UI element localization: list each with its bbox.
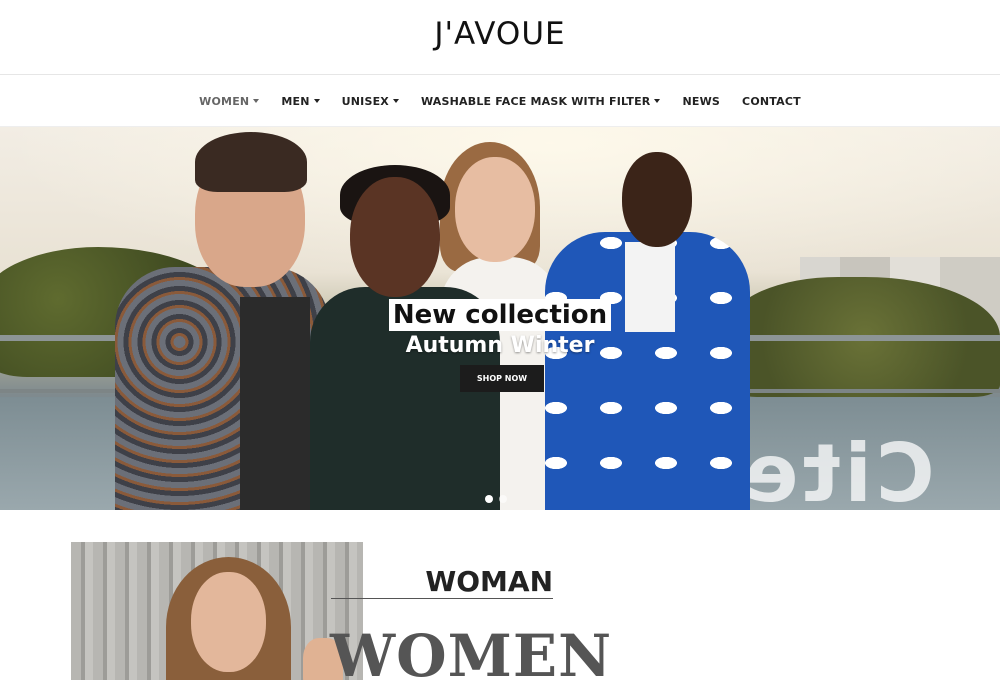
women-model-face <box>191 572 266 672</box>
hero-glass-lettering: Cite <box>740 427 935 510</box>
hero-slider[interactable]: Cite New collection Autumn Winter SHOP N… <box>0 127 1000 510</box>
model-1-hair <box>195 132 307 192</box>
nav-item-contact[interactable]: CONTACT <box>731 95 812 108</box>
chevron-down-icon <box>654 99 661 103</box>
model-4-head <box>622 152 692 247</box>
nav-item-women[interactable]: WOMEN <box>188 95 270 108</box>
hero-title: New collection <box>388 299 612 331</box>
section-divider <box>331 598 553 599</box>
slider-dots <box>485 495 507 503</box>
nav-item-label: MEN <box>281 94 310 108</box>
nav-item-label: WOMEN <box>199 94 250 108</box>
model-2-head <box>350 177 440 297</box>
slider-dot[interactable] <box>499 495 507 503</box>
nav-item-label: WASHABLE FACE MASK WITH FILTER <box>420 94 651 108</box>
nav-item-label: NEWS <box>682 94 721 108</box>
model-3-head <box>455 157 535 262</box>
site-logo[interactable]: J'AVOUE <box>0 16 1000 52</box>
nav-item-news[interactable]: NEWS <box>671 95 731 108</box>
main-nav: WOMEN MEN UNISEX WASHABLE FACE MASK WITH… <box>0 76 1000 127</box>
chevron-down-icon <box>253 99 260 103</box>
hero-caption: New collection Autumn Winter <box>0 299 1000 358</box>
nav-item-unisex[interactable]: UNISEX <box>331 95 410 108</box>
section-background-word: WOMEN <box>330 622 613 680</box>
site-header: J'AVOUE <box>0 0 1000 75</box>
nav-item-men[interactable]: MEN <box>270 95 330 108</box>
section-heading: WOMAN <box>425 565 553 598</box>
women-category-image[interactable] <box>71 542 363 680</box>
slider-dot[interactable] <box>485 495 493 503</box>
nav-item-label: CONTACT <box>742 94 801 108</box>
nav-item-face-mask[interactable]: WASHABLE FACE MASK WITH FILTER <box>410 95 672 108</box>
chevron-down-icon <box>392 99 399 103</box>
shop-now-button[interactable]: SHOP NOW <box>460 365 544 392</box>
chevron-down-icon <box>313 99 320 103</box>
nav-item-label: UNISEX <box>341 94 389 108</box>
hero-subtitle: Autumn Winter <box>405 333 595 358</box>
